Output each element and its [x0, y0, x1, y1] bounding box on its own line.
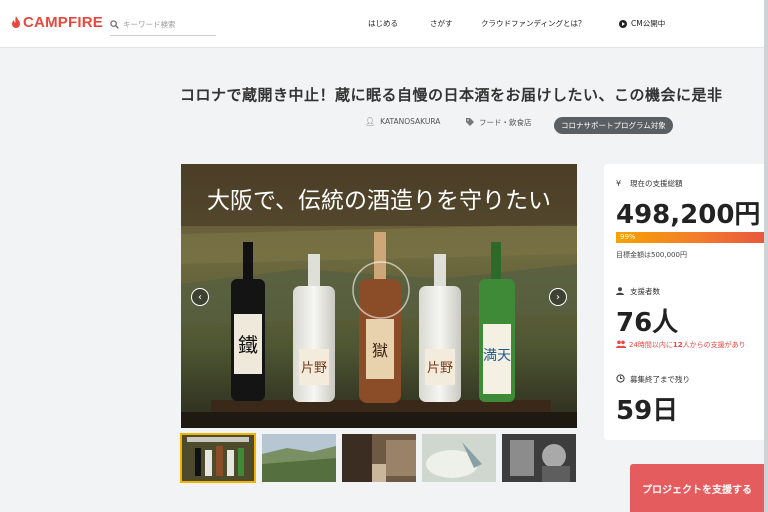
chevron-right-icon: ›	[556, 291, 560, 303]
backers-count: 76人	[616, 308, 679, 338]
project-owner[interactable]: 👤︎ KATANOSAKURA	[365, 117, 440, 126]
flame-icon	[12, 16, 20, 28]
search-icon	[110, 20, 119, 29]
backers-label: 支援者数	[630, 287, 660, 296]
funding-progress-bar: 99%	[616, 232, 768, 243]
remaining-label-row: 募集終了まで残り	[616, 374, 690, 385]
thumbnail-2[interactable]	[262, 434, 336, 482]
svg-text:片野: 片野	[427, 361, 453, 376]
sake-bottles-photo: 鐵 片野 獄 片野 満天 大阪で、伝統の酒造りを守りたい	[181, 164, 577, 428]
chevron-left-icon: ‹	[198, 291, 202, 303]
user-icon	[616, 286, 630, 297]
remaining-label: 募集終了まで残り	[630, 375, 690, 384]
project-hero-image: 鐵 片野 獄 片野 満天 大阪で、伝統の酒造りを守りたい ‹ ›	[181, 164, 577, 428]
funded-label: 現在の支援総額	[630, 179, 683, 188]
category-name: フード・飲食店	[479, 118, 532, 127]
recent-suffix: 人からの支援があり	[682, 341, 746, 349]
thumbnail-4[interactable]	[422, 434, 496, 482]
search-box	[110, 14, 216, 36]
recent-prefix: 24時間以内に	[629, 341, 673, 349]
nav-search[interactable]: さがす	[430, 18, 453, 29]
svg-text:獄: 獄	[372, 341, 388, 360]
owner-name: KATANOSAKURA	[380, 117, 441, 126]
thumbnail-5[interactable]	[502, 434, 576, 482]
svg-text:満天: 満天	[483, 348, 511, 364]
users-icon	[616, 340, 626, 350]
goal-amount: 目標金額は500,000円	[616, 251, 687, 259]
svg-text:鐵: 鐵	[238, 333, 258, 357]
prev-image-button[interactable]: ‹	[191, 288, 209, 306]
top-header: CAMPFIRE はじめる さがす クラウドファンディングとは？ CM公開中	[0, 0, 768, 48]
recent-count: 12	[672, 341, 683, 349]
campfire-logo[interactable]: CAMPFIRE	[11, 14, 103, 31]
nav-cm-label: CM公開中	[631, 19, 666, 28]
project-category[interactable]: フード・飲食店	[466, 117, 532, 128]
support-project-button[interactable]: プロジェクトを支援する	[630, 464, 768, 512]
nav-about-crowdfunding[interactable]: クラウドファンディングとは？	[481, 18, 585, 29]
thumbnail-1[interactable]	[180, 433, 256, 483]
recent-backers-note: 24時間以内に 12 人からの支援があり	[616, 340, 746, 350]
tag-icon	[466, 117, 474, 128]
yen-icon: ¥	[616, 179, 622, 188]
nav-cm[interactable]: CM公開中	[619, 18, 665, 29]
logo-text: CAMPFIRE	[23, 14, 103, 31]
search-input[interactable]	[123, 20, 213, 29]
remaining-days: 59日	[616, 396, 679, 426]
svg-text:片野: 片野	[301, 361, 327, 376]
backers-label-row: 支援者数	[616, 286, 660, 297]
thumbnail-3[interactable]	[342, 434, 416, 482]
user-icon: 👤︎	[365, 117, 376, 126]
next-image-button[interactable]: ›	[549, 288, 567, 306]
funding-stats-panel: ¥ 現在の支援総額 498,200円 99% 目標金額は500,000円 支援者…	[604, 164, 768, 440]
clock-icon	[616, 374, 630, 385]
play-icon	[619, 19, 627, 28]
hero-caption: 大阪で、伝統の酒造りを守りたい	[207, 188, 551, 214]
funded-amount: 498,200円	[616, 200, 761, 230]
nav-start[interactable]: はじめる	[368, 18, 398, 29]
support-program-badge[interactable]: コロナサポートプログラム対象	[554, 117, 673, 134]
progress-percent: 99%	[620, 233, 636, 241]
window-edge	[764, 0, 768, 512]
project-title: コロナで蔵開き中止！蔵に眠る自慢の日本酒をお届けしたい、この機会に是非	[180, 86, 723, 104]
funded-label-row: ¥ 現在の支援総額	[616, 178, 683, 189]
